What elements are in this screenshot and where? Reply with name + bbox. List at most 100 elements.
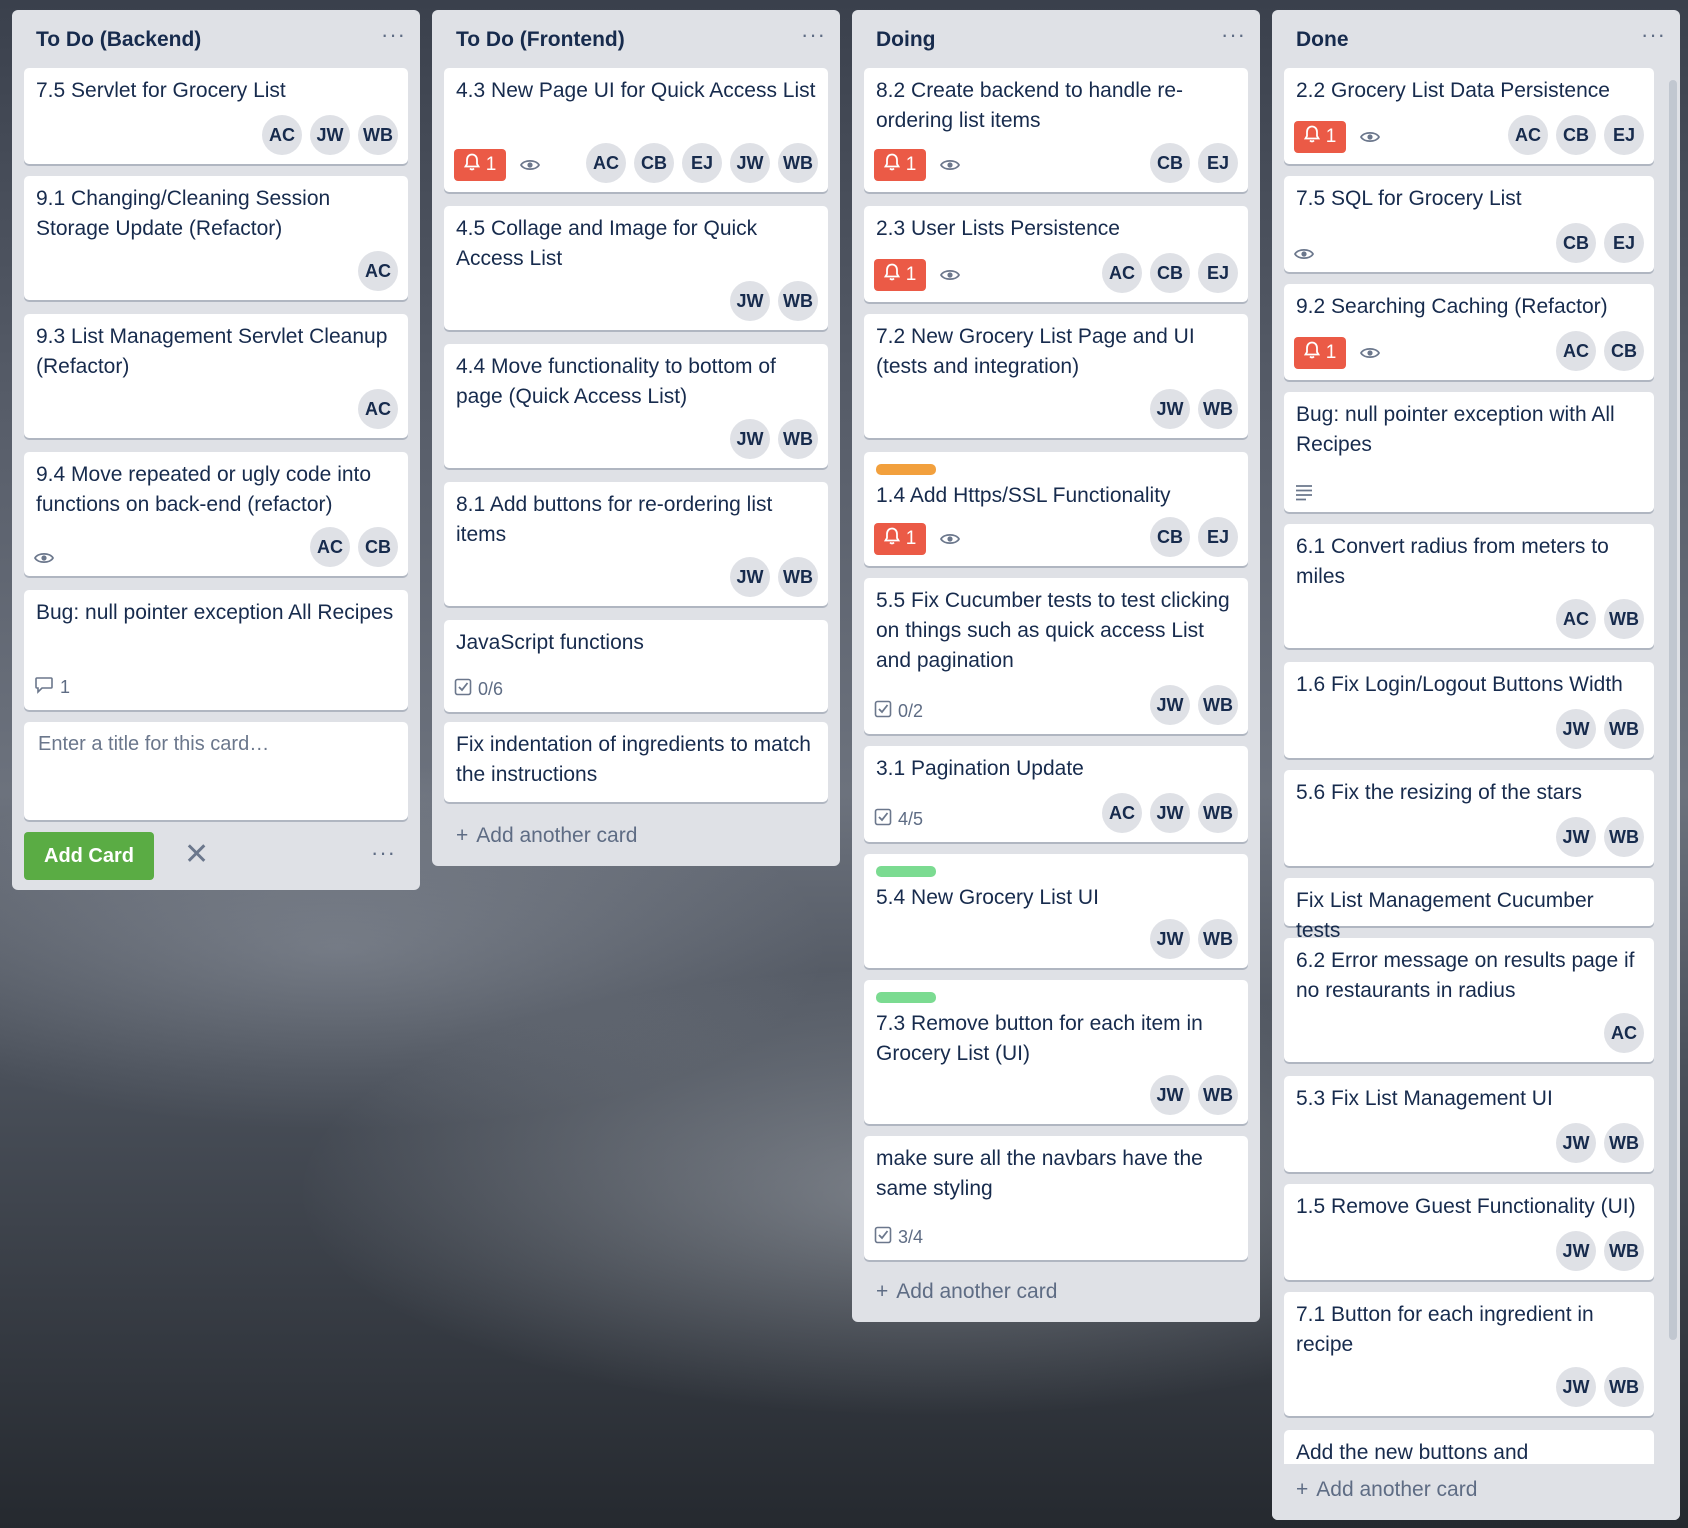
card[interactable]: JavaScript functions 0/6 (444, 620, 828, 712)
member-avatar[interactable]: CB (1604, 331, 1644, 371)
card-label[interactable] (876, 992, 936, 1003)
card[interactable]: 2.2 Grocery List Data Persistence 1 AC C… (1284, 68, 1654, 164)
card[interactable]: Add the new buttons and checkboxes (1284, 1430, 1654, 1464)
card[interactable]: Fix List Management Cucumber tests (1284, 878, 1654, 942)
member-avatar[interactable]: JW (1150, 919, 1190, 959)
list-menu-button[interactable]: ··· (1641, 24, 1666, 46)
member-avatar[interactable]: JW (730, 143, 770, 183)
member-avatar[interactable]: WB (778, 143, 818, 183)
member-avatar[interactable]: WB (1198, 793, 1238, 833)
card[interactable]: 3.1 Pagination Update 4/5 AC JW WB (864, 746, 1248, 842)
member-avatar[interactable]: WB (1604, 1231, 1644, 1271)
card[interactable]: 4.4 Move functionality to bottom of page… (444, 344, 828, 468)
member-avatar[interactable]: JW (730, 557, 770, 597)
card[interactable]: 5.4 New Grocery List UI JW WB (864, 854, 1248, 968)
list-title[interactable]: Done (1296, 28, 1349, 52)
member-avatar[interactable]: WB (1198, 389, 1238, 429)
member-avatar[interactable]: JW (1150, 793, 1190, 833)
member-avatar[interactable]: WB (1604, 817, 1644, 857)
card[interactable]: 4.5 Collage and Image for Quick Access L… (444, 206, 828, 330)
card[interactable]: 9.4 Move repeated or ugly code into func… (24, 452, 408, 576)
add-another-card-button[interactable]: + Add another card (1296, 1478, 1477, 1502)
member-avatar[interactable]: AC (586, 143, 626, 183)
add-another-card-button[interactable]: + Add another card (456, 824, 637, 848)
member-avatar[interactable]: EJ (682, 143, 722, 183)
member-avatar[interactable]: AC (1102, 253, 1142, 293)
card-label[interactable] (876, 866, 936, 877)
card[interactable]: make sure all the navbars have the same … (864, 1136, 1248, 1260)
card[interactable]: 6.2 Error message on results page if no … (1284, 938, 1654, 1062)
card[interactable]: 9.1 Changing/Cleaning Session Storage Up… (24, 176, 408, 300)
composer-menu-button[interactable]: ··· (371, 840, 396, 866)
card[interactable]: 7.2 New Grocery List Page and UI (tests … (864, 314, 1248, 438)
notification-badge[interactable]: 1 (1294, 337, 1346, 369)
card[interactable]: 5.5 Fix Cucumber tests to test clicking … (864, 578, 1248, 734)
member-avatar[interactable]: EJ (1604, 115, 1644, 155)
notification-badge[interactable]: 1 (454, 149, 506, 181)
member-avatar[interactable]: JW (1556, 1123, 1596, 1163)
member-avatar[interactable]: JW (1556, 709, 1596, 749)
list-scrollbar[interactable] (1669, 80, 1677, 1340)
member-avatar[interactable]: CB (1556, 223, 1596, 263)
card[interactable]: 5.6 Fix the resizing of the stars JW WB (1284, 770, 1654, 866)
member-avatar[interactable]: WB (778, 557, 818, 597)
card-label[interactable] (876, 464, 936, 475)
member-avatar[interactable]: WB (1604, 599, 1644, 639)
member-avatar[interactable]: AC (1556, 331, 1596, 371)
card[interactable]: Fix indentation of ingredients to match … (444, 722, 828, 802)
card[interactable]: 1.5 Remove Guest Functionality (UI) JW W… (1284, 1184, 1654, 1280)
card[interactable]: 8.2 Create backend to handle re-ordering… (864, 68, 1248, 192)
card[interactable]: 7.3 Remove button for each item in Groce… (864, 980, 1248, 1124)
member-avatar[interactable]: WB (778, 419, 818, 459)
member-avatar[interactable]: WB (1198, 919, 1238, 959)
member-avatar[interactable]: AC (358, 251, 398, 291)
card[interactable]: 1.6 Fix Login/Logout Buttons Width JW WB (1284, 662, 1654, 758)
member-avatar[interactable]: CB (1556, 115, 1596, 155)
member-avatar[interactable]: WB (778, 281, 818, 321)
card[interactable]: 6.1 Convert radius from meters to miles … (1284, 524, 1654, 648)
member-avatar[interactable]: EJ (1198, 517, 1238, 557)
member-avatar[interactable]: EJ (1604, 223, 1644, 263)
member-avatar[interactable]: AC (1556, 599, 1596, 639)
notification-badge[interactable]: 1 (874, 523, 926, 555)
member-avatar[interactable]: CB (1150, 143, 1190, 183)
card-title-input[interactable] (36, 732, 400, 757)
member-avatar[interactable]: WB (1604, 709, 1644, 749)
card[interactable]: 8.1 Add buttons for re-ordering list ite… (444, 482, 828, 606)
card[interactable]: 1.4 Add Https/SSL Functionality 1 CB EJ (864, 452, 1248, 566)
member-avatar[interactable]: AC (310, 527, 350, 567)
member-avatar[interactable]: CB (358, 527, 398, 567)
member-avatar[interactable]: CB (634, 143, 674, 183)
member-avatar[interactable]: JW (1556, 1367, 1596, 1407)
list-menu-button[interactable]: ··· (381, 24, 406, 46)
member-avatar[interactable]: CB (1150, 253, 1190, 293)
list-title[interactable]: To Do (Backend) (36, 28, 201, 52)
member-avatar[interactable]: WB (1198, 685, 1238, 725)
card[interactable]: Bug: null pointer exception All Recipes … (24, 590, 408, 710)
member-avatar[interactable]: EJ (1198, 253, 1238, 293)
member-avatar[interactable]: EJ (1198, 143, 1238, 183)
member-avatar[interactable]: CB (1150, 517, 1190, 557)
member-avatar[interactable]: WB (1198, 1075, 1238, 1115)
member-avatar[interactable]: JW (1150, 685, 1190, 725)
member-avatar[interactable]: JW (730, 419, 770, 459)
member-avatar[interactable]: JW (1150, 389, 1190, 429)
member-avatar[interactable]: AC (1102, 793, 1142, 833)
member-avatar[interactable]: AC (1508, 115, 1548, 155)
card[interactable]: 5.3 Fix List Management UI JW WB (1284, 1076, 1654, 1172)
card[interactable]: 9.2 Searching Caching (Refactor) 1 AC CB (1284, 284, 1654, 380)
notification-badge[interactable]: 1 (1294, 121, 1346, 153)
member-avatar[interactable]: AC (262, 115, 302, 155)
list-title[interactable]: Doing (876, 28, 935, 52)
add-another-card-button[interactable]: + Add another card (876, 1280, 1057, 1304)
member-avatar[interactable]: JW (730, 281, 770, 321)
add-card-button[interactable]: Add Card (24, 832, 154, 880)
member-avatar[interactable]: AC (358, 389, 398, 429)
member-avatar[interactable]: WB (1604, 1367, 1644, 1407)
close-icon[interactable]: ✕ (184, 840, 209, 870)
card[interactable]: 4.3 New Page UI for Quick Access List 1 … (444, 68, 828, 192)
member-avatar[interactable]: JW (1150, 1075, 1190, 1115)
notification-badge[interactable]: 1 (874, 259, 926, 291)
list-menu-button[interactable]: ··· (801, 24, 826, 46)
notification-badge[interactable]: 1 (874, 149, 926, 181)
